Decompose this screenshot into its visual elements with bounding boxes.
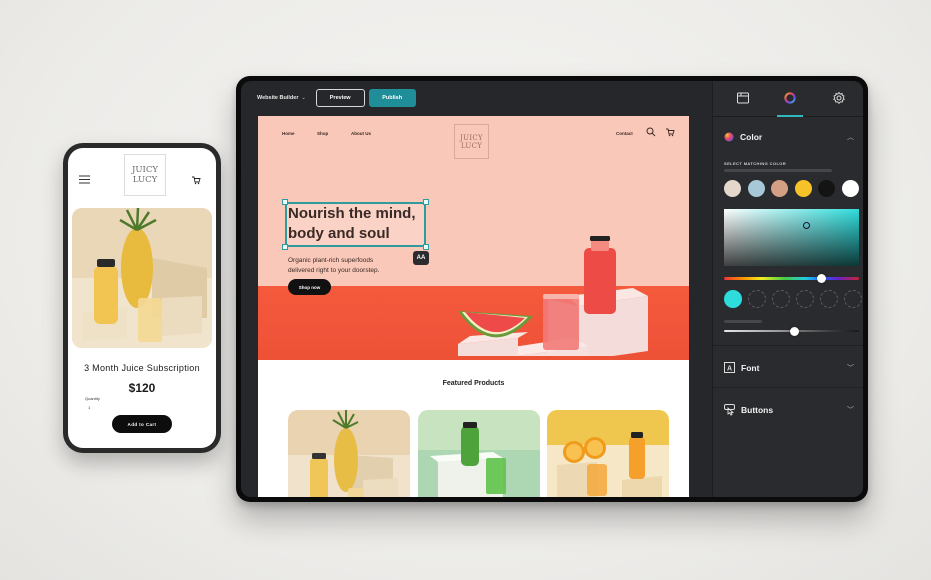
quantity-label: Quantity: [85, 396, 100, 401]
color-section-title: Color: [740, 132, 763, 142]
website-canvas: Home Shop About Us JUICY LUCY Contact No…: [258, 116, 689, 497]
empty-color-slot[interactable]: [772, 290, 790, 308]
cart-icon[interactable]: [191, 175, 201, 185]
color-swatch[interactable]: [818, 180, 835, 197]
quantity-input[interactable]: 1: [88, 405, 90, 410]
green-juice-image: [418, 422, 540, 497]
nav-link-contact[interactable]: Contact: [616, 131, 633, 136]
color-wheel-icon[interactable]: [783, 91, 797, 105]
color-swatch[interactable]: [724, 180, 741, 197]
product-card-green[interactable]: [418, 410, 540, 497]
publish-button[interactable]: Publish: [368, 89, 416, 107]
add-to-cart-button[interactable]: Add to Cart: [112, 415, 172, 433]
shop-now-button[interactable]: Shop now: [288, 279, 331, 295]
picker-cursor[interactable]: [803, 222, 810, 229]
search-icon[interactable]: [646, 127, 656, 137]
hamburger-menu-icon[interactable]: [79, 175, 90, 184]
website-builder-label: Website Builder: [257, 95, 299, 101]
resize-handle-bl[interactable]: [282, 244, 288, 250]
headline-line-2: body and soul: [288, 225, 390, 242]
chevron-up-icon[interactable]: ︿: [847, 132, 854, 142]
logo-line-2: LUCY: [132, 175, 158, 185]
color-swatch[interactable]: [747, 180, 765, 197]
builder-screen: Website Builder ⌄ Preview Publish Home S…: [241, 81, 863, 497]
font-section-title: Font: [741, 362, 760, 373]
product-card-pineapple[interactable]: [288, 410, 410, 497]
recent-color-swatch[interactable]: [724, 290, 742, 308]
nav-link-home[interactable]: Home: [282, 131, 295, 136]
cart-icon[interactable]: [665, 127, 675, 137]
phone-device: JUICY LUCY 3 Month Juice Subscription $1…: [63, 143, 221, 453]
chevron-down-icon: ⌄: [301, 95, 306, 101]
font-icon: A: [724, 362, 735, 373]
juice-bottle: [584, 248, 616, 314]
panel-tabs: [713, 81, 863, 117]
color-section-header[interactable]: Color ︿: [724, 132, 854, 142]
logo-line-2: LUCY: [460, 141, 483, 150]
website-builder-menu[interactable]: Website Builder ⌄: [257, 95, 306, 101]
builder-toolbar: Website Builder ⌄ Preview Publish: [241, 81, 712, 115]
site-nav: Home Shop About Us JUICY LUCY Contact: [258, 116, 689, 159]
preview-button[interactable]: Preview: [315, 89, 365, 107]
empty-color-slot[interactable]: [820, 290, 838, 308]
empty-color-slot[interactable]: [748, 290, 766, 308]
site-logo[interactable]: JUICY LUCY: [454, 124, 489, 159]
hue-slider-thumb[interactable]: [816, 274, 826, 283]
color-palette-icon: [724, 132, 734, 142]
logo-line-1: JUICY: [131, 165, 159, 175]
gear-icon[interactable]: [832, 91, 846, 105]
product-card-orange[interactable]: [547, 410, 669, 497]
empty-color-slot[interactable]: [796, 290, 814, 308]
hero-subtitle: Organic plant-rich superfoods delivered …: [288, 256, 418, 275]
opacity-slider-thumb[interactable]: [789, 327, 799, 336]
opacity-label-bar: [724, 320, 762, 323]
subtitle-line-2: delivered right to your doorstep.: [288, 266, 380, 274]
juice-glass: [543, 296, 579, 350]
matching-color-label: SELECT MATCHING COLOR: [724, 161, 787, 166]
design-panel: Color ︿ SELECT MATCHING COLOR A Font ﹀ B…: [712, 81, 863, 497]
saturation-picker[interactable]: [724, 209, 859, 266]
mobile-screen: JUICY LUCY 3 Month Juice Subscription $1…: [68, 148, 216, 448]
orange-juice-image: [547, 432, 669, 497]
hero-product-image: [458, 236, 648, 356]
browser-window-icon[interactable]: [736, 91, 750, 105]
headline-line-1: Nourish the mind,: [288, 205, 416, 222]
divider: [713, 387, 863, 388]
pineapple-juice-image: [72, 208, 212, 348]
buttons-section-title: Buttons: [741, 405, 774, 415]
hero-headline[interactable]: Nourish the mind, body and soul: [288, 204, 428, 244]
color-swatch[interactable]: [841, 180, 859, 197]
matching-color-bar: [724, 169, 832, 172]
featured-products-title: Featured Products: [442, 380, 505, 387]
color-swatch[interactable]: [771, 180, 788, 197]
svg-text:A: A: [727, 365, 732, 372]
tablet-device: Website Builder ⌄ Preview Publish Home S…: [236, 76, 868, 502]
mobile-product-image: [72, 208, 212, 348]
divider: [713, 345, 863, 346]
logo-line-1: JUICY: [460, 133, 483, 142]
active-tab-indicator: [777, 115, 803, 117]
chevron-down-icon[interactable]: ﹀: [847, 405, 854, 415]
pineapple-juice-image: [288, 410, 410, 497]
mobile-site-logo[interactable]: JUICY LUCY: [124, 154, 166, 196]
font-section-header[interactable]: A Font ﹀: [724, 362, 854, 373]
subtitle-line-1: Organic plant-rich superfoods: [288, 257, 374, 264]
nav-link-shop[interactable]: Shop: [317, 131, 328, 136]
product-price: $120: [128, 381, 156, 395]
buttons-section-header[interactable]: Buttons ﹀: [724, 404, 854, 416]
nav-link-about[interactable]: About Us: [351, 131, 371, 136]
empty-color-slot[interactable]: [844, 290, 862, 308]
chevron-down-icon[interactable]: ﹀: [847, 363, 854, 373]
product-title: 3 Month Juice Subscription: [84, 363, 200, 373]
resize-handle-br[interactable]: [423, 244, 429, 250]
hue-slider[interactable]: [724, 277, 859, 280]
button-click-icon: [724, 404, 735, 416]
color-swatch[interactable]: [794, 180, 812, 197]
hero-section: Home Shop About Us JUICY LUCY Contact No…: [258, 116, 689, 360]
